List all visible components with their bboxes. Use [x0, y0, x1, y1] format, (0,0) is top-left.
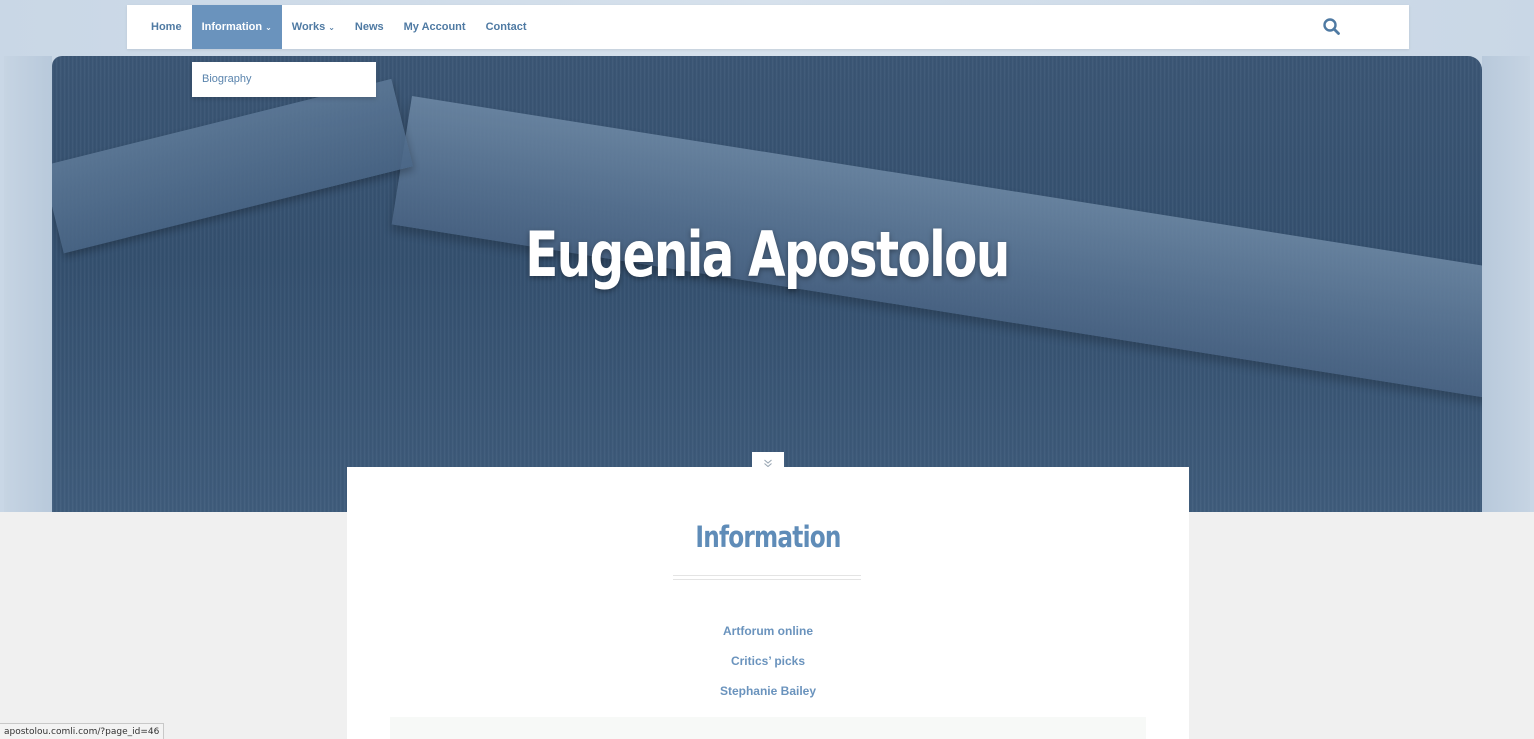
nav-item-label: My Account: [403, 21, 466, 33]
search-icon: [1323, 18, 1340, 35]
information-dropdown: Biography: [192, 62, 376, 97]
section-title: Information: [695, 520, 841, 554]
nav-item-my-account[interactable]: My Account: [394, 5, 476, 49]
link-artforum-online[interactable]: Artforum online: [347, 624, 1189, 654]
content-card: Information Artforum online Critics’ pic…: [347, 467, 1189, 739]
hero-edge-left: [4, 56, 52, 512]
link-critics-picks[interactable]: Critics’ picks: [347, 654, 1189, 684]
title-divider: [673, 575, 861, 580]
nav-item-label: Home: [151, 21, 182, 33]
nav-item-label: Works: [291, 21, 326, 33]
chevron-down-icon: ⌄: [328, 22, 335, 32]
main-navbar: Home Information ⌄ Works ⌄ News My Accou…: [127, 5, 1409, 49]
content-next-block: [390, 717, 1146, 739]
page: Eugenia Apostolou Home Information ⌄ Wor…: [0, 0, 1534, 739]
nav-item-label: Information: [201, 21, 263, 33]
nav-item-label: Contact: [485, 21, 527, 33]
nav-item-home[interactable]: Home: [141, 5, 192, 49]
nav-item-information[interactable]: Information ⌄: [191, 5, 282, 49]
chevron-down-icon: ⌄: [265, 22, 272, 32]
nav-item-contact[interactable]: Contact: [476, 5, 537, 49]
search-button[interactable]: [1322, 17, 1342, 37]
dropdown-item-biography[interactable]: Biography: [202, 73, 252, 85]
nav-item-label: News: [354, 21, 384, 33]
nav-item-news[interactable]: News: [345, 5, 394, 49]
browser-status-url: apostolou.comli.com/?page_id=46: [0, 723, 165, 739]
nav-menu: Home Information ⌄ Works ⌄ News My Accou…: [141, 5, 537, 49]
info-link-list: Artforum online Critics’ picks Stephanie…: [347, 624, 1189, 714]
site-title: Eugenia Apostolou: [525, 218, 1010, 291]
hero-edge-right: [1482, 56, 1530, 512]
nav-item-works[interactable]: Works ⌄: [282, 5, 345, 49]
link-stephanie-bailey[interactable]: Stephanie Bailey: [347, 684, 1189, 714]
